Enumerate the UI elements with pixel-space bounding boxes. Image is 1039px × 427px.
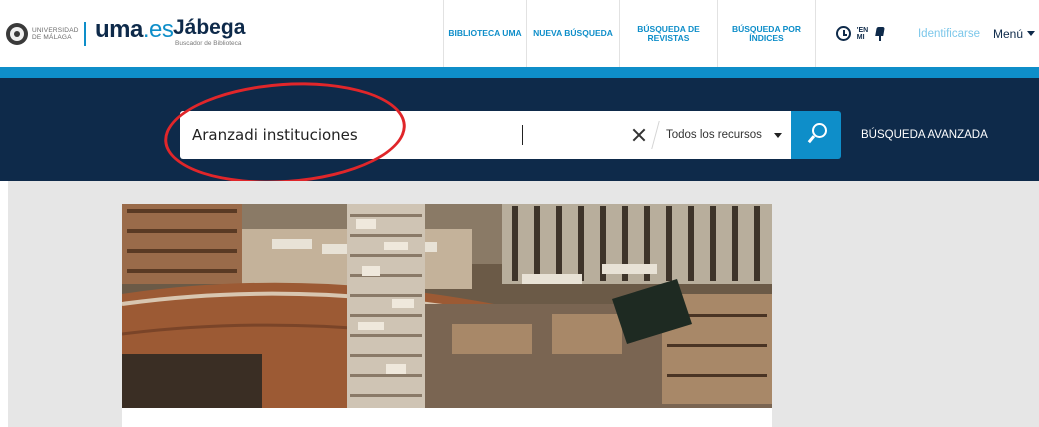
nav-busqueda-indices[interactable]: BÚSQUEDA POR ÍNDICES: [717, 0, 815, 67]
search-box: Todos los recursos: [180, 111, 791, 159]
login-link[interactable]: Identificarse: [908, 0, 990, 67]
history-icon[interactable]: [835, 26, 851, 41]
top-header: UNIVERSIDAD DE MÁLAGA uma.es Jábega Busc…: [0, 0, 1039, 67]
brand-uma: uma: [95, 16, 143, 43]
select-divider: [651, 121, 660, 149]
library-photo: [122, 204, 772, 408]
search-icon: [807, 123, 827, 145]
logo-divider: [84, 22, 86, 46]
tools-text-line-1: 'EN: [856, 26, 869, 34]
tools-text-line-2: MI: [856, 33, 865, 41]
tools-text[interactable]: 'EN MI: [857, 27, 868, 41]
left-margin: [0, 181, 8, 427]
advanced-search-link[interactable]: BÚSQUEDA AVANZADA: [861, 111, 988, 159]
text-cursor: [522, 125, 523, 145]
nav-biblioteca-uma[interactable]: BIBLIOTECA UMA: [443, 0, 526, 67]
university-seal-icon: [6, 23, 28, 45]
nav-nueva-busqueda[interactable]: NUEVA BÚSQUEDA: [526, 0, 619, 67]
university-name-line-2: DE MÁLAGA: [32, 34, 72, 41]
nav-busqueda-revistas-label: BÚSQUEDA DE REVISTAS: [637, 23, 700, 43]
accent-bar: [0, 67, 1039, 78]
menu-button[interactable]: Menú: [993, 0, 1039, 67]
menu-label: Menú: [993, 26, 1024, 41]
brand-es: .es: [142, 16, 174, 43]
tools-group: 'EN MI: [815, 0, 907, 67]
pin-icon[interactable]: [873, 27, 887, 41]
chevron-down-icon: [773, 132, 782, 138]
search-button[interactable]: [791, 111, 841, 159]
university-logo[interactable]: UNIVERSIDAD DE MÁLAGA: [6, 20, 78, 48]
brand-jabega: Jábega: [173, 16, 246, 39]
search-input[interactable]: [192, 111, 622, 159]
search-band: Todos los recursos BÚSQUEDA AVANZADA: [0, 78, 1039, 181]
hero-card: [122, 408, 772, 427]
nav-busqueda-revistas[interactable]: BÚSQUEDA DE REVISTAS: [619, 0, 717, 67]
nav-busqueda-indices-label: BÚSQUEDA POR ÍNDICES: [731, 23, 802, 43]
scope-select-value: Todos los recursos: [666, 129, 762, 141]
content-area: [0, 181, 1039, 427]
brand-subtitle: Buscador de Biblioteca: [175, 40, 242, 47]
clear-icon[interactable]: [629, 125, 649, 145]
brand-logo[interactable]: uma.es Jábega Buscador de Biblioteca: [95, 16, 245, 50]
university-name-line-1: UNIVERSIDAD: [32, 27, 79, 34]
chevron-down-icon: [1027, 31, 1036, 36]
hero-image: [122, 204, 772, 408]
scope-select[interactable]: Todos los recursos: [666, 111, 791, 159]
